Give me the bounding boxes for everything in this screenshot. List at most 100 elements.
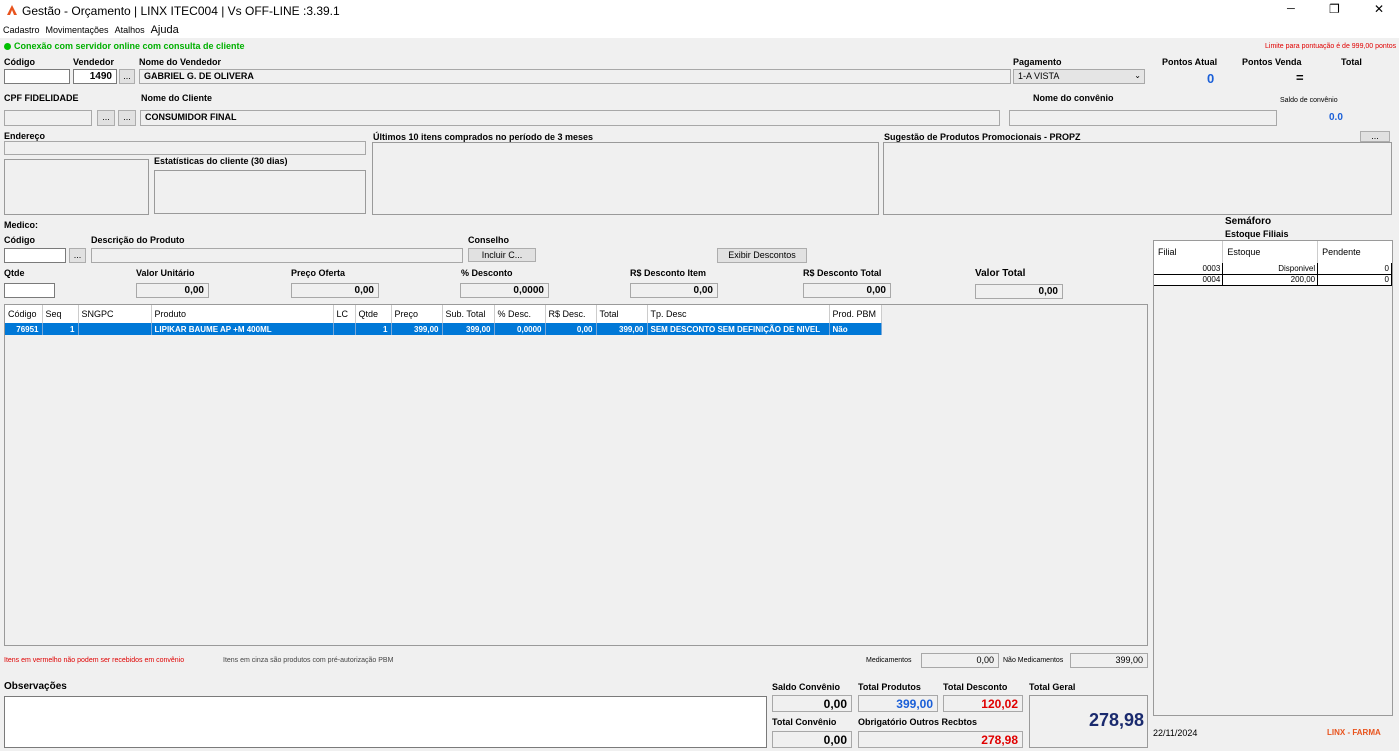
nome-convenio-field — [1009, 110, 1277, 126]
cell-qtde: 1 — [355, 323, 392, 335]
estoque-table: Filial Estoque Pendente 0003 Disponivel … — [1154, 241, 1392, 286]
codigo-input[interactable] — [4, 69, 70, 84]
gray-items-note: Itens em cinza são produtos com pré-auto… — [223, 657, 394, 664]
table-row[interactable]: 76951 1 LIPIKAR BAUME AP +M 400ML 1 399,… — [5, 323, 882, 335]
saldo-convenio-total-label: Saldo Convênio — [772, 682, 841, 692]
estoque-filiais-label: Estoque Filiais — [1225, 229, 1289, 239]
cliente-lookup-button[interactable]: ... — [118, 110, 136, 126]
nao-medicamentos-field: 399,00 — [1070, 653, 1148, 668]
descricao-produto-label: Descrição do Produto — [91, 235, 185, 245]
minimize-button[interactable]: ─ — [1287, 3, 1295, 15]
chevron-down-icon: ⌄ — [1134, 71, 1141, 80]
col-tp-desc[interactable]: Tp. Desc — [647, 305, 830, 323]
pontos-venda-label: Pontos Venda — [1242, 57, 1302, 67]
col-pendente[interactable]: Pendente — [1317, 241, 1392, 263]
medico-label: Medico: — [4, 220, 39, 230]
pct-desconto-field[interactable]: 0,0000 — [460, 283, 549, 298]
col-total[interactable]: Total — [596, 305, 648, 323]
total-geral-value: 278,98 — [1088, 710, 1144, 730]
endereco-label: Endereço — [4, 131, 46, 141]
rs-desconto-total-field[interactable]: 0,00 — [803, 283, 891, 298]
vendedor-label: Vendedor — [73, 57, 115, 67]
saldo-convenio-value: 0.0 — [1329, 112, 1343, 123]
descricao-produto-field[interactable] — [91, 248, 463, 263]
vendedor-input[interactable]: 1490 — [73, 69, 117, 84]
col-preco[interactable]: Preço — [391, 305, 443, 323]
menu-ajuda[interactable]: Ajuda — [148, 22, 182, 38]
cpf-input[interactable] — [4, 110, 92, 126]
col-filial[interactable]: Filial — [1154, 241, 1224, 263]
codigo-label: Código — [4, 57, 35, 67]
total-produtos-field: 399,00 — [858, 695, 938, 712]
pagamento-select[interactable]: 1-A VISTA ⌄ — [1013, 69, 1145, 84]
qtde-label: Qtde — [4, 268, 25, 278]
valor-unitario-field: 0,00 — [136, 283, 209, 298]
conselho-label: Conselho — [468, 235, 510, 245]
saldo-convenio-total-field: 0,00 — [772, 695, 852, 712]
col-qtde[interactable]: Qtde — [355, 305, 392, 323]
semaforo-title: Semáforo — [1225, 216, 1272, 227]
col-lc[interactable]: LC — [333, 305, 356, 323]
col-codigo[interactable]: Código — [5, 305, 43, 323]
cpf-lookup-button[interactable]: ... — [97, 110, 115, 126]
menu-movimentacoes[interactable]: Movimentações — [43, 22, 112, 38]
table-row[interactable]: 0004 200,00 0 — [1154, 274, 1392, 286]
estoque-filiais-grid[interactable]: Filial Estoque Pendente 0003 Disponivel … — [1153, 240, 1393, 716]
col-sngpc[interactable]: SNGPC — [78, 305, 152, 323]
col-estoque[interactable]: Estoque — [1222, 241, 1319, 263]
menu-bar: Cadastro Movimentações Atalhos Ajuda — [0, 22, 1399, 38]
menu-cadastro[interactable]: Cadastro — [0, 22, 43, 38]
nome-cliente-label: Nome do Cliente — [141, 93, 213, 103]
linx-logo-icon — [6, 4, 18, 16]
ultimos-itens-label: Últimos 10 itens comprados no período de… — [373, 132, 594, 142]
estatisticas-label: Estatísticas do cliente (30 dias) — [154, 156, 288, 166]
incluir-conselho-button[interactable]: Incluir C... — [468, 248, 536, 262]
medicamentos-value: 0,00 — [976, 655, 994, 665]
cell-subtotal: 399,00 — [442, 323, 495, 335]
col-rs-desc[interactable]: R$ Desc. — [545, 305, 597, 323]
table-row[interactable]: 0003 Disponivel 0 — [1154, 263, 1392, 275]
col-subtotal[interactable]: Sub. Total — [442, 305, 495, 323]
pagamento-selected: 1-A VISTA — [1018, 71, 1060, 81]
col-seq[interactable]: Seq — [42, 305, 79, 323]
connection-dot-icon — [4, 43, 11, 50]
sugestao-more-button[interactable]: ... — [1360, 131, 1390, 142]
qtde-input[interactable] — [4, 283, 55, 298]
sugestao-panel — [883, 142, 1392, 215]
estatisticas-panel — [154, 170, 366, 214]
produto-codigo-label: Código — [4, 235, 35, 245]
observacoes-textarea[interactable] — [4, 696, 767, 748]
pontos-atual-value: 0 — [1207, 71, 1215, 86]
rs-desconto-item-field[interactable]: 0,00 — [630, 283, 718, 298]
cell-pendente: 0 — [1317, 274, 1392, 286]
total-points-label: Total — [1341, 57, 1362, 67]
exibir-descontos-button[interactable]: Exibir Descontos — [717, 248, 807, 263]
obrigatorio-field: 278,98 — [858, 731, 1023, 748]
col-pct-desc[interactable]: % Desc. — [494, 305, 546, 323]
cell-seq: 1 — [42, 323, 79, 335]
rs-desconto-total-label: R$ Desconto Total — [803, 268, 882, 278]
vendedor-lookup-button[interactable]: ... — [119, 69, 135, 84]
cell-pct-desc: 0,0000 — [494, 323, 546, 335]
col-prod-pbm[interactable]: Prod. PBM — [829, 305, 882, 323]
total-convenio-label: Total Convênio — [772, 717, 837, 727]
col-produto[interactable]: Produto — [151, 305, 334, 323]
items-grid[interactable]: Código Seq SNGPC Produto LC Qtde Preço S… — [4, 304, 1148, 646]
nome-convenio-label: Nome do convênio — [1033, 93, 1114, 103]
cell-pendente: 0 — [1317, 263, 1392, 275]
close-button[interactable]: ✕ — [1374, 2, 1384, 16]
total-desconto-label: Total Desconto — [943, 682, 1008, 692]
produto-lookup-button[interactable]: ... — [69, 248, 86, 263]
total-produtos-label: Total Produtos — [858, 682, 921, 692]
endereco-field — [4, 141, 366, 155]
cell-estoque: Disponivel — [1222, 263, 1319, 275]
cell-tp-desc: SEM DESCONTO SEM DEFINIÇÃO DE NIVEL — [647, 323, 830, 335]
restore-button[interactable]: ❐ — [1329, 2, 1340, 16]
total-convenio-field: 0,00 — [772, 731, 852, 748]
nao-medicamentos-value: 399,00 — [1115, 655, 1143, 665]
preco-oferta-field: 0,00 — [291, 283, 379, 298]
produto-codigo-input[interactable] — [4, 248, 66, 263]
cell-filial: 0003 — [1154, 263, 1224, 275]
pagamento-label: Pagamento — [1013, 57, 1062, 67]
menu-atalhos[interactable]: Atalhos — [112, 22, 148, 38]
